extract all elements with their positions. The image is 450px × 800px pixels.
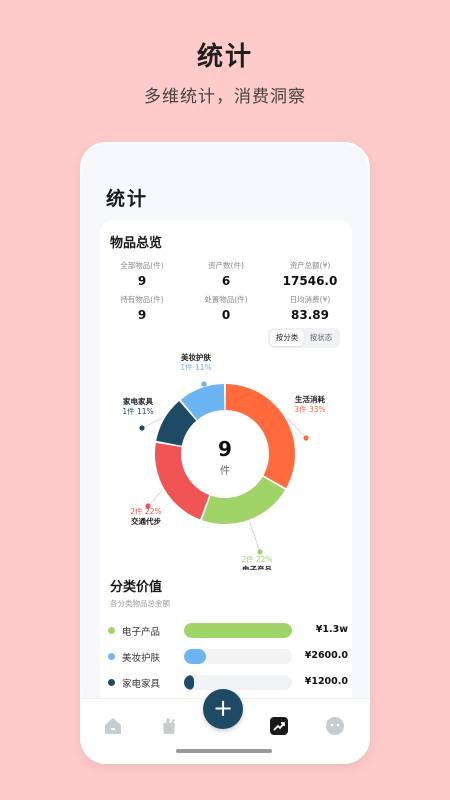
value-bar-fill xyxy=(184,623,292,638)
value-bar-track xyxy=(184,623,292,638)
category-name: 电子产品 xyxy=(122,627,161,638)
label-dot xyxy=(257,549,263,555)
stat-label: 处置物品(件) xyxy=(204,295,248,304)
slice-category-label: 美妆护肤 xyxy=(181,352,211,362)
category-color-dot xyxy=(108,653,115,660)
stat-value: 83.89 xyxy=(291,308,329,322)
category-value-subtitle: 各分类物品总金额 xyxy=(110,599,170,608)
stat-value: 9 xyxy=(137,308,147,322)
donut-center-value: 9 xyxy=(218,437,232,461)
value-bar-track xyxy=(184,649,292,664)
promo-subtitle: 多维统计，消费洞察 xyxy=(144,87,306,107)
chart-mode-toggle: 按分类 按状态 xyxy=(268,328,340,348)
stat-label: 资产总额(¥) xyxy=(289,261,331,270)
value-bar-fill xyxy=(184,649,206,664)
category-amount: ¥1.3w xyxy=(315,624,348,635)
label-dot xyxy=(201,381,207,387)
category-name: 家电家具 xyxy=(122,679,161,690)
profile-icon[interactable] xyxy=(324,715,346,737)
stat-label: 持有物品(件) xyxy=(120,295,164,304)
add-item-button[interactable]: + xyxy=(203,689,243,729)
category-value-title: 分类价值 xyxy=(110,580,163,595)
value-bar-track xyxy=(184,675,292,690)
category-value-row[interactable]: 美妆护肤 ¥2600.0 xyxy=(108,647,348,667)
slice-category-label: 家电家具 xyxy=(123,396,153,406)
overview-card: 物品总览 全部物品(件) 9 资产数(件) 6 资产总额(¥) 17546.0 … xyxy=(100,220,352,764)
slice-value-label: 1件 11% xyxy=(122,406,153,416)
promo-title: 统计 xyxy=(196,42,253,72)
statistics-icon[interactable] xyxy=(268,715,290,737)
category-value-row[interactable]: 电子产品 ¥1.3w xyxy=(108,621,348,641)
value-bar-fill xyxy=(184,675,194,690)
label-dot xyxy=(139,425,145,431)
label-dot xyxy=(303,435,309,441)
slice-value-label: 2件 22% xyxy=(241,554,272,564)
slice-category-label: 交通代步 xyxy=(131,516,161,526)
home-indicator xyxy=(176,749,272,753)
slice-category-label: 电子产品 xyxy=(242,564,272,570)
overview-title: 物品总览 xyxy=(110,236,163,251)
stat-value: 0 xyxy=(221,308,231,322)
category-color-dot xyxy=(108,679,115,686)
stat-value: 6 xyxy=(221,274,231,288)
page-title: 统计 xyxy=(106,188,149,210)
category-amount: ¥1200.0 xyxy=(304,676,348,687)
toggle-by-category[interactable]: 按分类 xyxy=(270,330,304,346)
category-amount: ¥2600.0 xyxy=(304,650,348,661)
label-leader-line xyxy=(141,417,163,429)
stat-label: 全部物品(件) xyxy=(120,261,164,270)
stat-disposed-items: 处置物品(件) 0 xyxy=(184,294,268,322)
label-leader-line xyxy=(249,521,261,553)
stat-label: 日均消费(¥) xyxy=(289,295,331,304)
category-color-dot xyxy=(108,627,115,634)
donut-slice[interactable] xyxy=(225,384,295,489)
slice-value-label: 1件 11% xyxy=(180,362,211,372)
category-donut-chart: 生活消耗3件 33%电子产品2件 22%交通代步2件 22%家电家具1件 11%… xyxy=(122,352,325,570)
items-icon[interactable] xyxy=(158,715,180,737)
stat-held-items: 持有物品(件) 9 xyxy=(100,294,184,322)
stat-label: 资产数(件) xyxy=(208,261,244,270)
label-leader-line xyxy=(147,489,163,507)
donut-slice[interactable] xyxy=(202,476,286,524)
category-name: 美妆护肤 xyxy=(122,653,161,664)
donut-center-unit: 件 xyxy=(220,465,230,477)
stat-total-items: 全部物品(件) 9 xyxy=(100,260,184,288)
slice-value-label: 3件 33% xyxy=(294,404,325,414)
slice-category-label: 生活消耗 xyxy=(295,394,325,404)
stat-asset-total: 资产总额(¥) 17546.0 xyxy=(268,260,352,288)
stat-asset-count: 资产数(件) 6 xyxy=(184,260,268,288)
donut-slice[interactable] xyxy=(155,442,210,520)
home-icon[interactable] xyxy=(102,715,124,737)
stat-value: 17546.0 xyxy=(282,274,338,288)
bottom-tab-bar: + xyxy=(80,689,370,764)
slice-value-label: 2件 22% xyxy=(130,506,161,516)
stat-daily-spend: 日均消费(¥) 83.89 xyxy=(268,294,352,322)
phone-screen: 统计 物品总览 全部物品(件) 9 资产数(件) 6 资产总额(¥) 17546… xyxy=(80,142,370,764)
stat-value: 9 xyxy=(137,274,147,288)
toggle-by-status[interactable]: 按状态 xyxy=(304,330,338,346)
